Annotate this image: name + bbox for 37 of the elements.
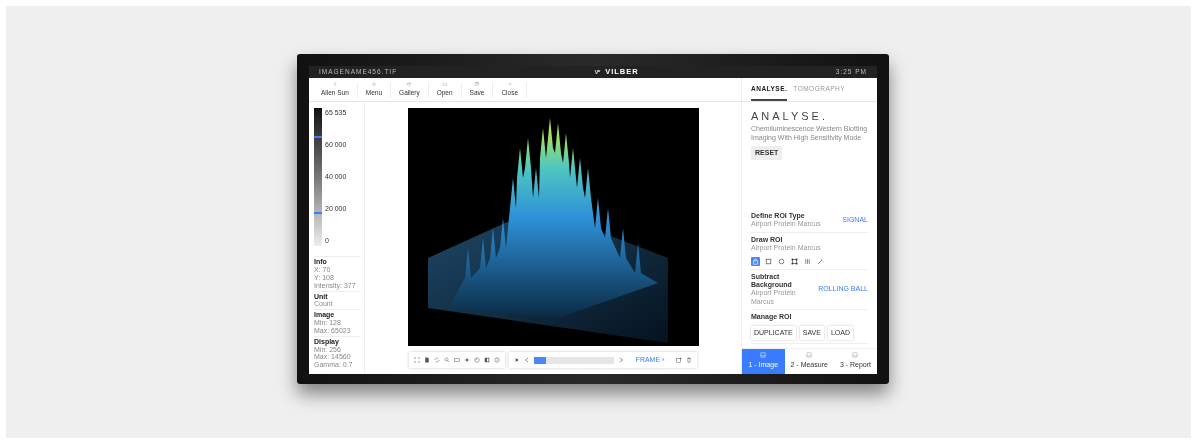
panel-heading: ANALYSE. bbox=[751, 110, 828, 124]
info-icon bbox=[493, 357, 500, 363]
circle-icon bbox=[778, 257, 785, 265]
fullscreen-icon bbox=[413, 357, 420, 363]
play-icon[interactable] bbox=[513, 357, 520, 363]
polygon-icon bbox=[791, 257, 798, 265]
timeline-track[interactable] bbox=[533, 356, 614, 364]
wand-icon bbox=[817, 257, 824, 265]
trash-icon[interactable] bbox=[686, 357, 693, 363]
folder-icon bbox=[441, 81, 448, 86]
lock-icon bbox=[752, 257, 759, 265]
gallery-icon bbox=[406, 81, 413, 86]
step-icon bbox=[806, 352, 813, 359]
contrast-icon bbox=[483, 357, 490, 363]
scale-handle[interactable] bbox=[314, 211, 322, 214]
step-icon bbox=[760, 352, 767, 359]
viewer-tool-button[interactable] bbox=[483, 357, 490, 363]
menu-icon bbox=[370, 81, 377, 86]
user-icon bbox=[331, 81, 338, 86]
viewer-tool-button[interactable] bbox=[423, 357, 430, 363]
add-frame-icon[interactable] bbox=[676, 357, 683, 363]
document-icon bbox=[423, 357, 430, 363]
palette-icon bbox=[473, 357, 480, 363]
zoom-icon bbox=[443, 357, 450, 363]
previous-icon[interactable] bbox=[523, 357, 530, 363]
scale-handle[interactable] bbox=[314, 136, 322, 139]
roi-tool-button[interactable] bbox=[790, 256, 799, 266]
save-icon bbox=[474, 81, 480, 86]
lanes-icon bbox=[804, 257, 811, 265]
ruler-icon bbox=[453, 357, 460, 363]
close-icon bbox=[506, 81, 513, 86]
logo-mark-icon bbox=[594, 69, 602, 75]
next-icon[interactable] bbox=[617, 357, 624, 363]
crosshair-icon bbox=[463, 357, 470, 363]
step-icon bbox=[852, 352, 859, 359]
rotate-icon bbox=[433, 357, 440, 363]
viewer-tool-button[interactable] bbox=[463, 357, 470, 363]
